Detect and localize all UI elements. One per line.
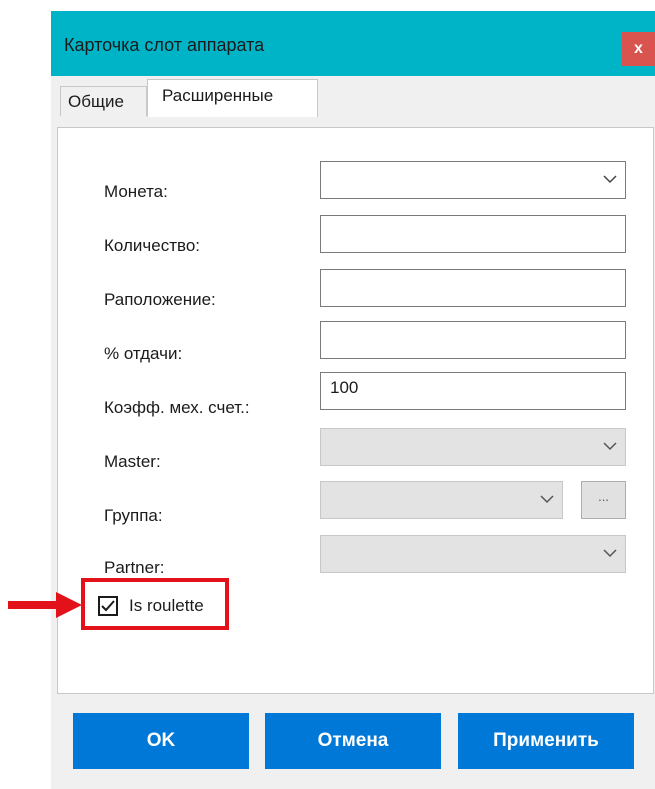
location-label: Раположение:	[104, 290, 216, 309]
coeff-input[interactable]: 100	[320, 372, 626, 410]
master-label: Master:	[104, 452, 161, 471]
tab-advanced[interactable]: Расширенные	[147, 79, 318, 117]
apply-button[interactable]: Применить	[458, 713, 634, 769]
title-bar: Карточка слот аппарата x	[51, 11, 655, 76]
annotation-highlight	[81, 578, 229, 630]
tab-general[interactable]: Общие	[60, 86, 147, 116]
quantity-label: Количество:	[104, 236, 201, 255]
chevron-down-icon	[603, 549, 617, 558]
window-title: Карточка слот аппарата	[64, 35, 265, 55]
coeff-value: 100	[330, 378, 359, 397]
ok-button[interactable]: OK	[73, 713, 249, 769]
chevron-down-icon	[603, 175, 617, 184]
group-dropdown[interactable]	[320, 481, 563, 519]
payout-label: % отдачи:	[104, 344, 183, 363]
chevron-down-icon	[603, 442, 617, 451]
close-icon: x	[634, 40, 643, 57]
partner-dropdown[interactable]	[320, 535, 626, 573]
coeff-label: Коэфф. мех. счет.:	[104, 398, 250, 417]
coin-label: Монета:	[104, 182, 168, 201]
close-button[interactable]: x	[622, 32, 655, 66]
quantity-input[interactable]	[320, 215, 626, 253]
group-browse-button[interactable]: ...	[581, 481, 626, 519]
location-input[interactable]	[320, 269, 626, 307]
master-dropdown[interactable]	[320, 428, 626, 466]
partner-label: Partner:	[104, 558, 165, 577]
coin-dropdown[interactable]	[320, 161, 626, 199]
payout-input[interactable]	[320, 321, 626, 359]
chevron-down-icon	[540, 495, 554, 504]
slot-machine-card-dialog: Карточка слот аппарата x Общие Расширенн…	[51, 11, 655, 789]
annotation-arrow-icon	[8, 592, 82, 618]
cancel-button[interactable]: Отмена	[265, 713, 441, 769]
group-label: Группа:	[104, 506, 163, 525]
